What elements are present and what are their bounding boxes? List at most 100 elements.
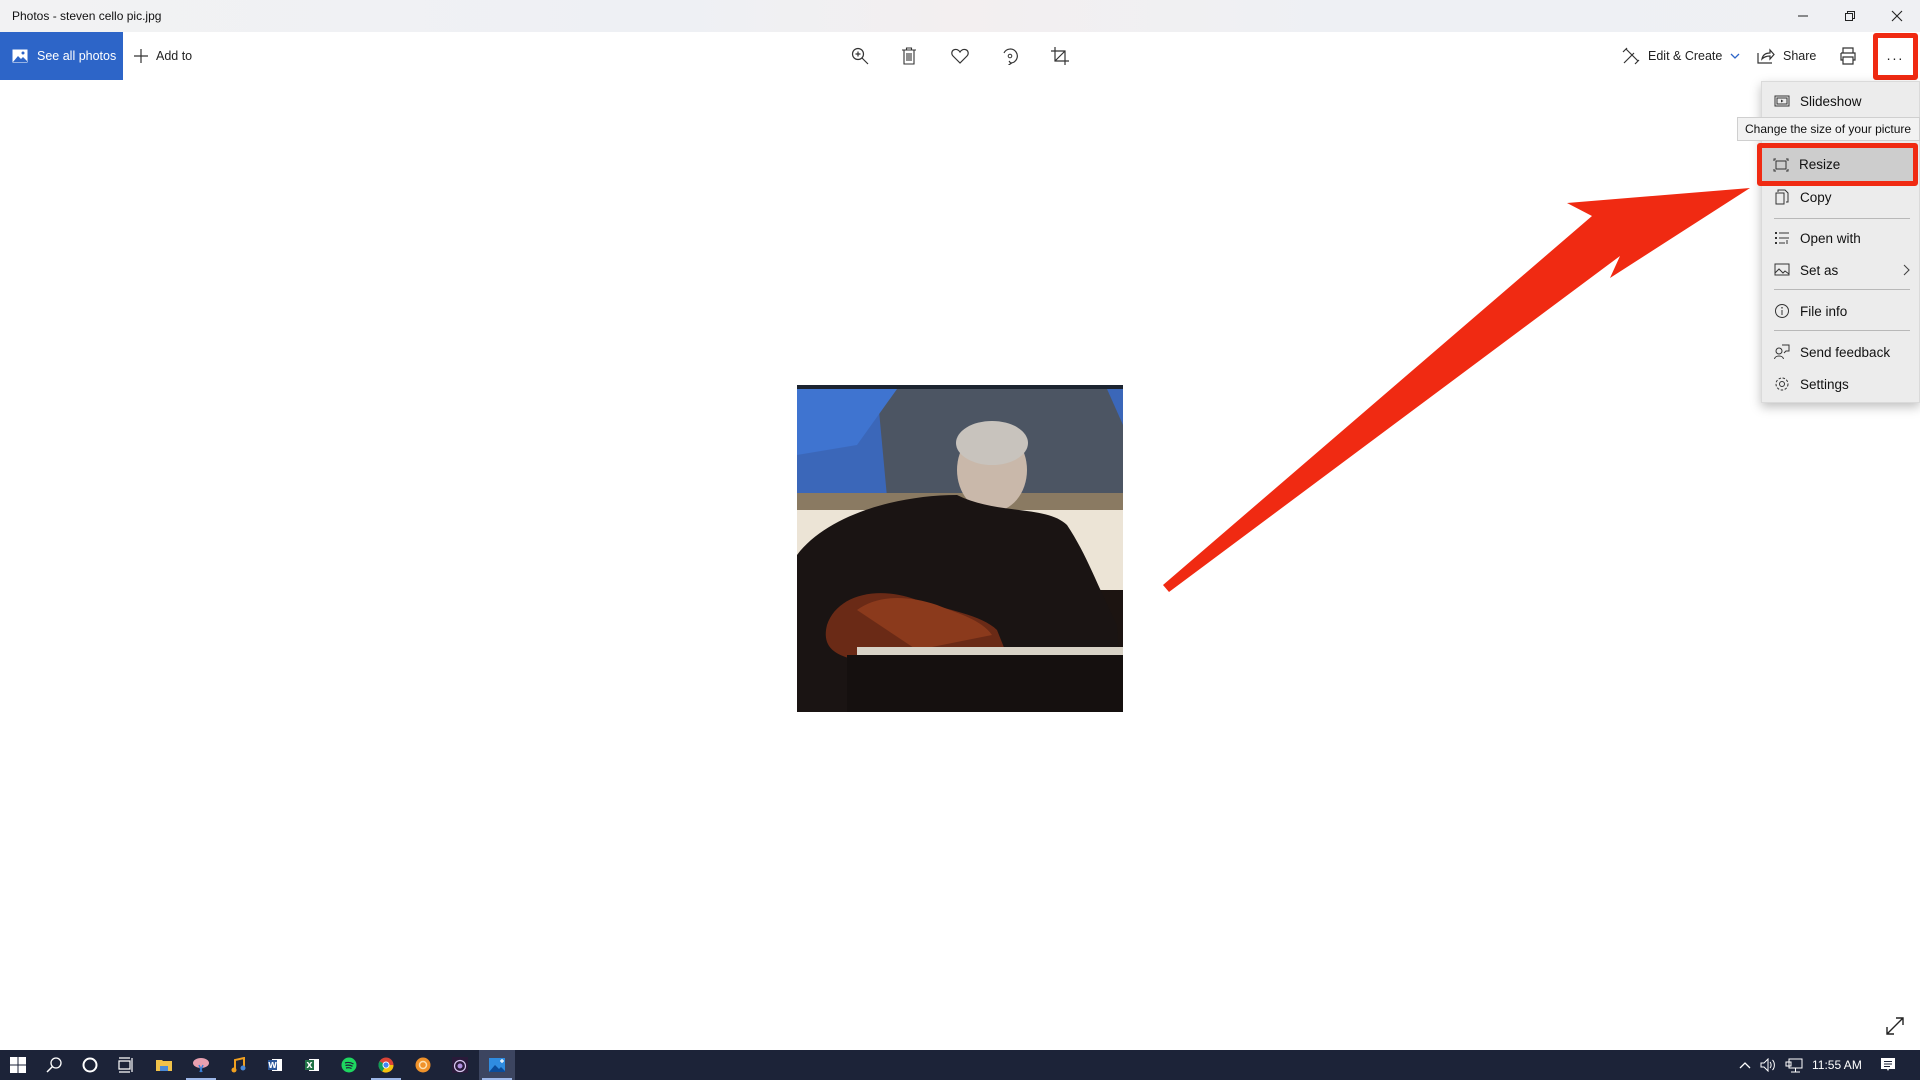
print-button[interactable] [1831, 40, 1865, 72]
feedback-icon [1774, 344, 1790, 360]
music-icon [231, 1057, 246, 1073]
start-button[interactable] [0, 1050, 36, 1080]
volume-icon[interactable] [1760, 1058, 1778, 1072]
taskbar-app-tor[interactable] [442, 1050, 478, 1080]
chrome-icon [378, 1057, 394, 1073]
spotify-icon [341, 1057, 357, 1073]
menu-item-set-as[interactable]: Set as [1762, 254, 1920, 286]
info-icon [1774, 303, 1790, 319]
cortana-icon [82, 1057, 98, 1073]
word-icon: W [268, 1059, 282, 1071]
heart-icon [951, 48, 969, 64]
menu-item-label: Resize [1799, 157, 1841, 172]
menu-separator [1774, 218, 1910, 219]
zoom-button[interactable] [843, 40, 877, 72]
menu-item-file-info[interactable]: File info [1762, 295, 1920, 327]
see-all-photos-button[interactable]: See all photos [0, 32, 123, 80]
menu-item-label: Settings [1800, 376, 1849, 392]
taskbar: W X 11:55 AM [0, 1050, 1920, 1080]
open-with-icon [1774, 230, 1790, 246]
rotate-button[interactable] [993, 40, 1027, 72]
svg-text:X: X [306, 1061, 313, 1070]
close-button[interactable] [1874, 0, 1920, 32]
delete-icon [902, 47, 916, 65]
more-icon: ... [1886, 46, 1905, 63]
menu-item-label: Set as [1800, 262, 1839, 278]
taskbar-app-photos[interactable] [479, 1050, 515, 1080]
network-icon[interactable] [1785, 1058, 1803, 1073]
gear-icon [1774, 376, 1790, 392]
show-hidden-icons-icon[interactable] [1739, 1060, 1751, 1070]
task-view-icon [118, 1057, 133, 1073]
resize-tooltip: Change the size of your picture [1737, 117, 1920, 141]
chevron-down-icon [1730, 53, 1740, 59]
task-view-button[interactable] [108, 1050, 144, 1080]
restore-icon [1845, 11, 1855, 21]
excel-icon: X [305, 1059, 319, 1071]
menu-item-slideshow[interactable]: Slideshow [1762, 85, 1920, 117]
see-more-button[interactable]: ... [1873, 33, 1918, 80]
search-button[interactable] [36, 1050, 72, 1080]
add-to-button[interactable]: Add to [134, 32, 192, 80]
snipping-tool-icon [193, 1058, 209, 1073]
taskbar-app-orange[interactable] [405, 1050, 441, 1080]
edit-create-button[interactable]: Edit & Create [1622, 32, 1740, 80]
taskbar-app-word[interactable]: W [257, 1050, 293, 1080]
cortana-button[interactable] [72, 1050, 108, 1080]
minimize-button[interactable] [1780, 0, 1826, 32]
menu-separator [1774, 330, 1910, 331]
chevron-right-icon [1903, 264, 1910, 276]
photo-content [797, 385, 1123, 712]
action-center-icon[interactable] [1880, 1057, 1896, 1073]
taskbar-app-snipping-tool[interactable] [183, 1050, 219, 1080]
copy-icon [1774, 189, 1790, 205]
toolbar: See all photos Add to Edit & Create Shar… [0, 32, 1920, 80]
taskbar-app-excel[interactable]: X [294, 1050, 330, 1080]
windows-icon [10, 1057, 26, 1073]
menu-item-label: File info [1800, 303, 1848, 319]
taskbar-app-file-explorer[interactable] [146, 1050, 182, 1080]
set-as-icon [1774, 262, 1790, 278]
tor-icon [452, 1057, 468, 1073]
restore-button[interactable] [1827, 0, 1873, 32]
slideshow-icon [1774, 93, 1790, 109]
crop-button[interactable] [1043, 40, 1077, 72]
search-icon [46, 1057, 62, 1073]
arrow-shape [1163, 188, 1750, 592]
photo-viewer-image[interactable] [797, 385, 1123, 712]
see-all-photos-label: See all photos [37, 49, 117, 63]
menu-item-settings[interactable]: Settings [1762, 368, 1920, 400]
rotate-icon [1003, 48, 1018, 65]
menu-item-send-feedback[interactable]: Send feedback [1762, 336, 1920, 368]
folder-icon [156, 1060, 172, 1071]
crop-icon [1051, 47, 1069, 65]
edit-create-icon [1622, 47, 1640, 65]
menu-item-label: Send feedback [1800, 344, 1891, 360]
title-bar: Photos - steven cello pic.jpg [0, 0, 1920, 32]
share-button[interactable]: Share [1757, 32, 1816, 80]
taskbar-app-spotify[interactable] [331, 1050, 367, 1080]
app-icon [415, 1057, 431, 1073]
minimize-icon [1798, 15, 1808, 17]
edit-create-label: Edit & Create [1648, 49, 1723, 63]
favorite-button[interactable] [943, 40, 977, 72]
delete-button[interactable] [892, 40, 926, 72]
clock[interactable]: 11:55 AM [1812, 1050, 1862, 1080]
menu-item-open-with[interactable]: Open with [1762, 222, 1920, 254]
menu-item-label: Open with [1800, 230, 1861, 246]
close-icon [1891, 10, 1903, 22]
photo-icon [12, 49, 28, 63]
add-to-label: Add to [156, 49, 193, 63]
menu-item-resize-inner: Resize [1761, 148, 1912, 181]
menu-separator [1774, 289, 1910, 290]
share-icon [1757, 48, 1775, 64]
photos-app-icon [489, 1058, 505, 1072]
full-screen-icon[interactable] [1884, 1015, 1906, 1037]
taskbar-app-music[interactable] [220, 1050, 256, 1080]
menu-item-resize[interactable]: Resize [1757, 143, 1918, 186]
resize-icon [1773, 157, 1789, 173]
plus-icon [134, 49, 148, 63]
menu-item-label: Slideshow [1800, 93, 1862, 109]
menu-item-label: Copy [1800, 189, 1832, 205]
taskbar-app-chrome[interactable] [368, 1050, 404, 1080]
